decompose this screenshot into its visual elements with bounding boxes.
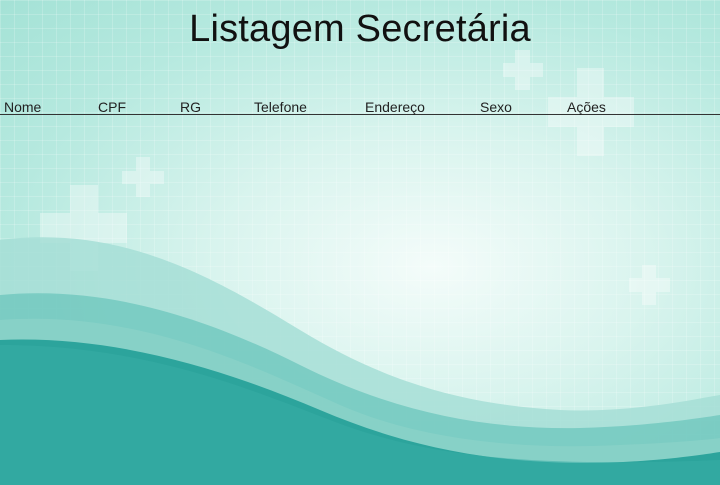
wave-front-gloss (0, 345, 720, 485)
medical-cross-icon (629, 265, 670, 305)
column-header-sexo: Sexo (480, 99, 512, 115)
column-header-nome: Nome (4, 99, 42, 115)
column-header-acoes: Ações (567, 99, 606, 115)
wave-back (0, 237, 720, 485)
column-header-cpf: CPF (98, 99, 126, 115)
wave-front (0, 339, 720, 485)
medical-cross-icon (40, 185, 127, 271)
table-header-row: Nome CPF RG Telefone Endereço Sexo Ações (0, 99, 720, 115)
background-decoration (0, 50, 720, 485)
medical-cross-icon (122, 157, 164, 197)
medical-cross-icon (503, 50, 543, 90)
background-grid (0, 0, 720, 485)
column-header-rg: RG (180, 99, 201, 115)
wave-mid-light (0, 318, 720, 485)
column-header-telefone: Telefone (254, 99, 307, 115)
column-header-endereco: Endereço (365, 99, 425, 115)
wave-mid (0, 293, 720, 485)
page-title: Listagem Secretária (189, 8, 531, 50)
